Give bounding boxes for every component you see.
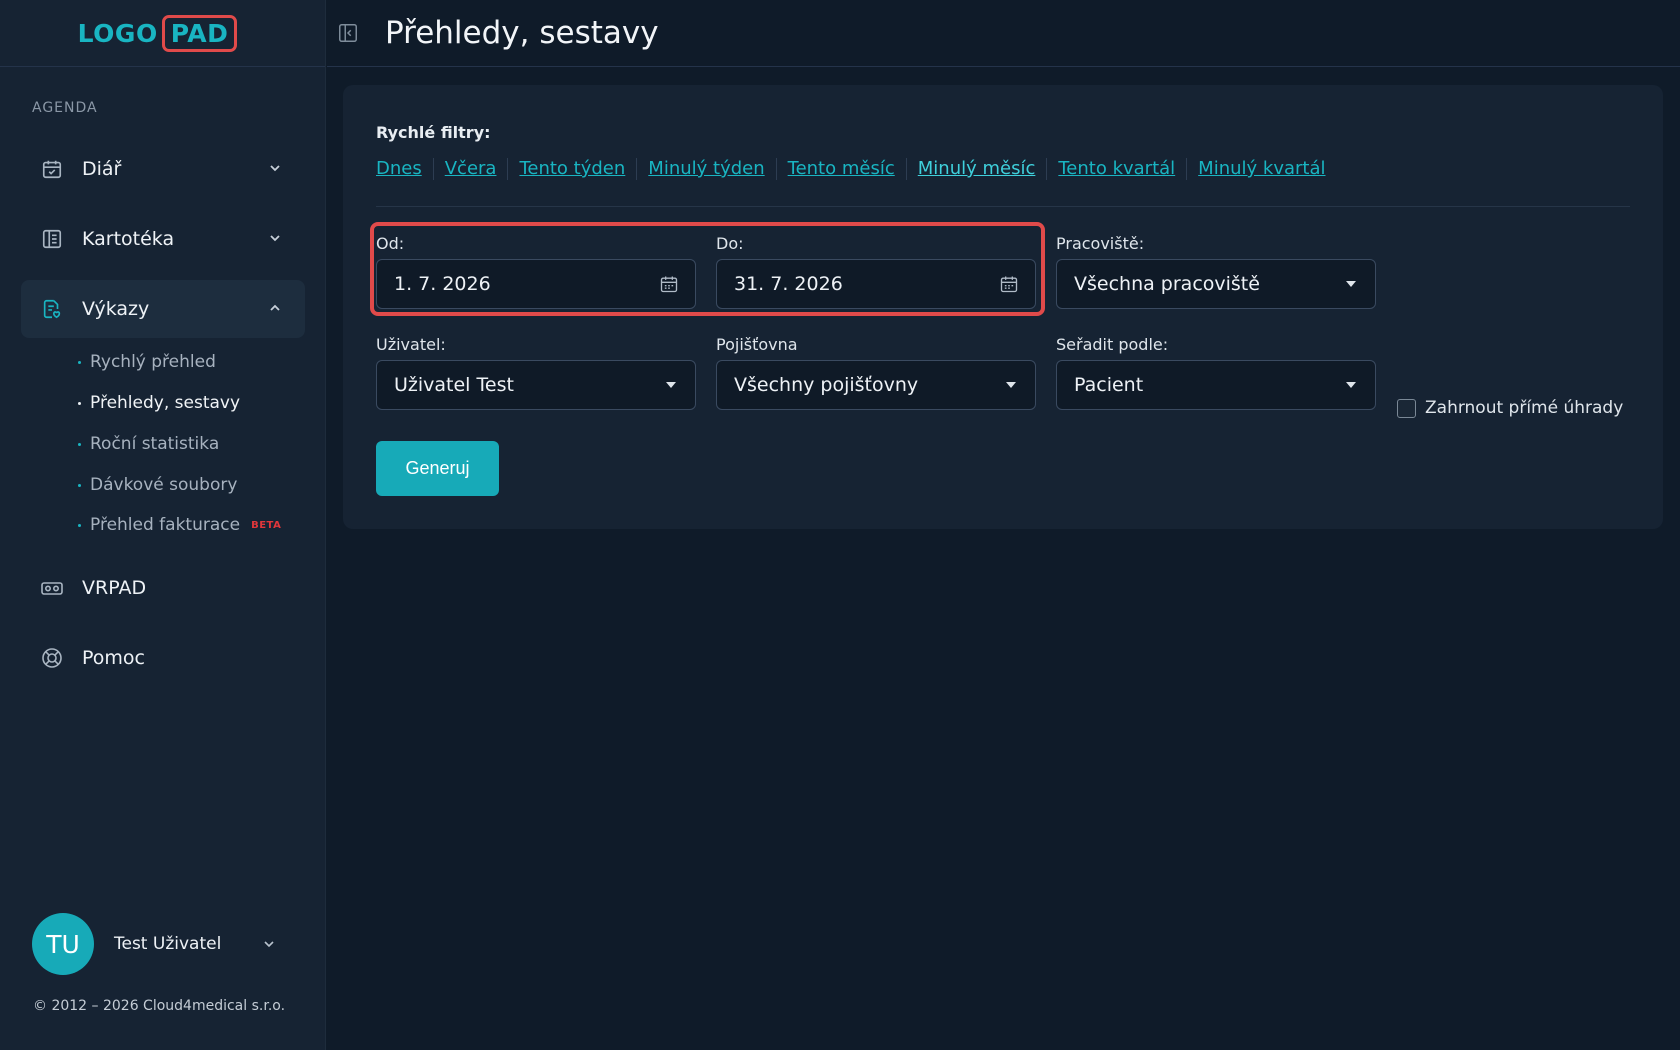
caret-down-icon xyxy=(666,382,676,388)
subitem-label: Dávkové soubory xyxy=(90,475,238,495)
insurance-label: Pojišťovna xyxy=(716,335,798,354)
subitem-label: Roční statistika xyxy=(90,434,220,454)
sidebar-subitem-prehledy-sestavy[interactable]: Přehledy, sestavy xyxy=(78,393,240,413)
sidebar-item-label: Kartotéka xyxy=(82,228,175,250)
sidebar-item-vykazy[interactable]: Výkazy xyxy=(21,280,305,338)
bullet-icon xyxy=(78,401,81,405)
workplace-value: Všechna pracoviště xyxy=(1074,273,1260,295)
chevron-down-icon xyxy=(261,936,277,952)
subitem-label: Přehledy, sestavy xyxy=(90,393,241,413)
quick-filter-minuly-kvartal[interactable]: Minulý kvartál xyxy=(1186,158,1336,180)
copyright: © 2012 – 2026 Cloud4medical s.r.o. xyxy=(33,998,286,1014)
beta-badge: BETA xyxy=(251,519,282,531)
sort-label: Seřadit podle: xyxy=(1056,335,1169,354)
sidebar-item-pomoc[interactable]: Pomoc xyxy=(21,629,305,687)
quick-filter-tento-tyden[interactable]: Tento týden xyxy=(507,158,636,180)
quick-filter-minuly-mesic[interactable]: Minulý měsíc xyxy=(905,158,1047,180)
sidebar-subitem-prehled-fakturace[interactable]: Přehled fakturace BETA xyxy=(78,515,281,535)
quick-filter-tento-mesic[interactable]: Tento měsíc xyxy=(775,158,906,180)
calendar-check-icon xyxy=(40,157,64,181)
chevron-down-icon xyxy=(267,230,283,246)
workplace-select[interactable]: Všechna pracoviště xyxy=(1056,259,1376,309)
quick-filters-label: Rychlé filtry: xyxy=(376,123,491,142)
sidebar-item-label: Výkazy xyxy=(82,298,150,320)
bullet-icon xyxy=(78,523,81,527)
report-filter-panel: Rychlé filtry: Dnes Včera Tento týden Mi… xyxy=(343,85,1663,529)
chevron-up-icon xyxy=(267,300,283,316)
section-label-agenda: AGENDA xyxy=(32,100,98,116)
sidebar-item-vrpad[interactable]: VRPAD xyxy=(21,559,305,617)
chevron-down-icon xyxy=(267,160,283,176)
user-value: Uživatel Test xyxy=(394,374,514,396)
lifebuoy-icon xyxy=(40,646,64,670)
direct-payments-option[interactable]: Zahrnout přímé úhrady xyxy=(1397,398,1623,418)
vr-headset-icon xyxy=(40,576,64,600)
insurance-select[interactable]: Všechny pojišťovny xyxy=(716,360,1036,410)
divider xyxy=(376,206,1630,207)
workplace-label: Pracoviště: xyxy=(1056,234,1145,253)
direct-payments-label: Zahrnout přímé úhrady xyxy=(1425,398,1624,418)
quick-filter-dnes[interactable]: Dnes xyxy=(376,158,433,180)
logo[interactable]: LOGO PAD xyxy=(77,14,238,52)
sidebar-item-diar[interactable]: Diář xyxy=(21,140,305,198)
sidebar-collapse-icon[interactable] xyxy=(337,22,359,44)
user-menu[interactable]: TU Test Uživatel xyxy=(32,913,274,975)
logo-text: LOGO xyxy=(77,18,158,48)
sidebar-item-label: Diář xyxy=(82,158,122,180)
book-icon xyxy=(40,227,64,251)
avatar: TU xyxy=(32,913,94,975)
quick-filters: Dnes Včera Tento týden Minulý týden Tent… xyxy=(376,158,1337,180)
sidebar: LOGO PAD AGENDA Diář Kartotéka Výkazy Ry… xyxy=(0,0,326,1050)
bullet-icon xyxy=(78,360,81,364)
sort-value: Pacient xyxy=(1074,374,1144,396)
user-label: Uživatel: xyxy=(376,335,446,354)
top-header: Přehledy, sestavy xyxy=(327,0,1680,67)
bullet-icon xyxy=(78,442,81,446)
caret-down-icon xyxy=(1346,382,1356,388)
direct-payments-checkbox[interactable] xyxy=(1397,398,1416,418)
insurance-value: Všechny pojišťovny xyxy=(734,374,919,396)
sidebar-item-kartoteka[interactable]: Kartotéka xyxy=(21,210,305,268)
caret-down-icon xyxy=(1346,281,1356,287)
caret-down-icon xyxy=(1006,382,1016,388)
sidebar-subitem-davkove-soubory[interactable]: Dávkové soubory xyxy=(78,475,237,495)
logo-area: LOGO PAD xyxy=(0,0,325,67)
quick-filter-tento-kvartal[interactable]: Tento kvartál xyxy=(1046,158,1186,180)
generate-button[interactable]: Generuj xyxy=(376,441,499,496)
sidebar-subitem-rychly-prehled[interactable]: Rychlý přehled xyxy=(78,352,216,372)
sidebar-subitem-rocni-statistika[interactable]: Roční statistika xyxy=(78,434,219,454)
report-icon xyxy=(40,297,64,321)
quick-filter-minuly-tyden[interactable]: Minulý týden xyxy=(636,158,775,180)
quick-filter-vcera[interactable]: Včera xyxy=(432,158,508,180)
date-range-highlight xyxy=(370,222,1045,316)
user-select[interactable]: Uživatel Test xyxy=(376,360,696,410)
user-name: Test Uživatel xyxy=(114,934,222,954)
sort-select[interactable]: Pacient xyxy=(1056,360,1376,410)
sidebar-item-label: VRPAD xyxy=(82,577,147,599)
sidebar-item-label: Pomoc xyxy=(82,647,145,669)
page-title: Přehledy, sestavy xyxy=(385,15,659,51)
subitem-label: Rychlý přehled xyxy=(90,352,216,372)
subitem-label: Přehled fakturace xyxy=(90,515,241,535)
logo-pad-text: PAD xyxy=(161,14,238,52)
bullet-icon xyxy=(78,483,81,487)
